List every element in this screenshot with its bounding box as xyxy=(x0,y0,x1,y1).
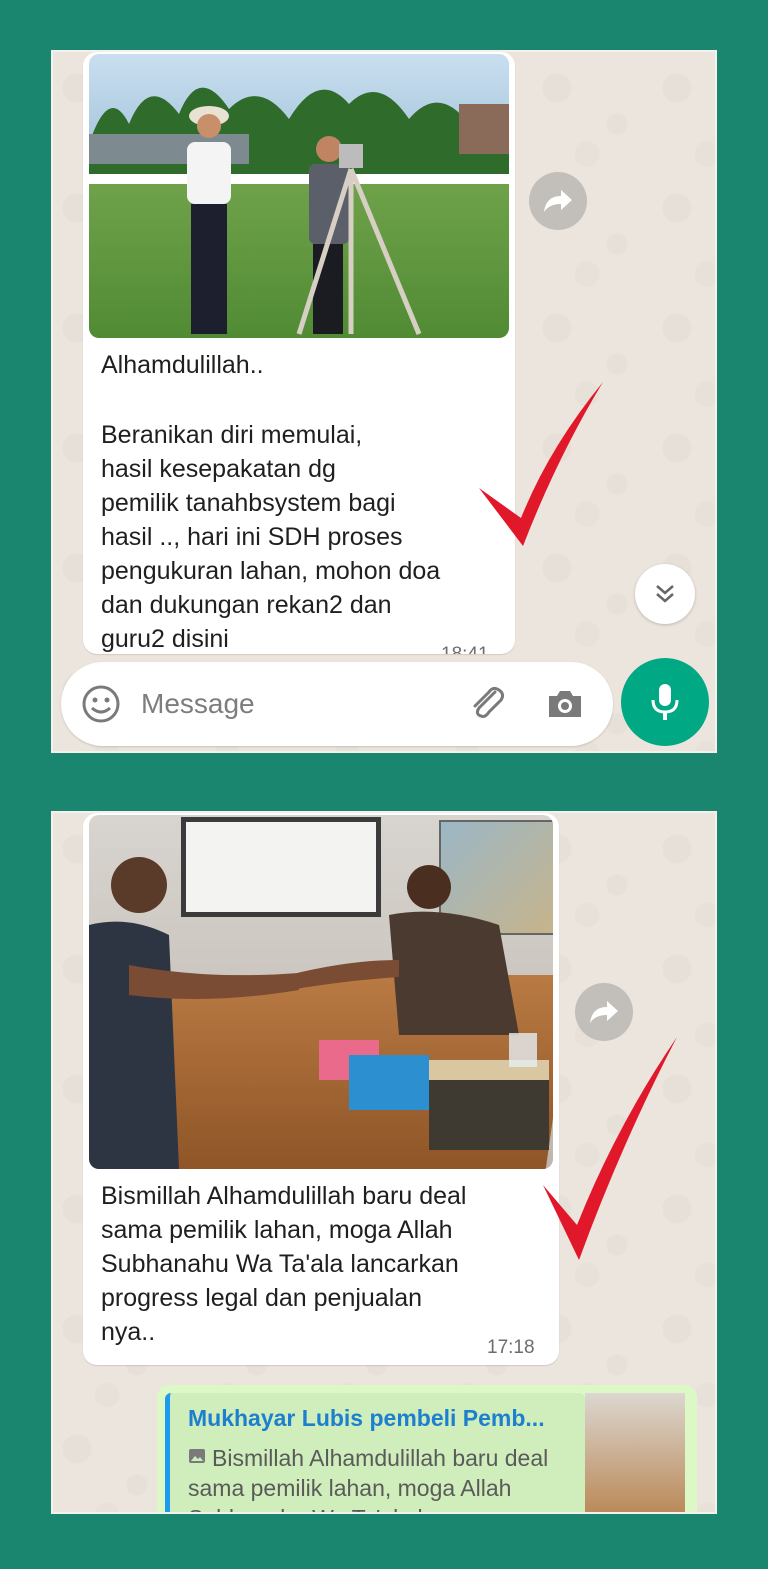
person-standing xyxy=(187,106,231,334)
message-time: 17:18 xyxy=(487,1337,535,1358)
message-input[interactable]: Message xyxy=(141,662,255,746)
surveyor-with-theodolite xyxy=(296,136,422,335)
emoji-icon[interactable] xyxy=(81,684,121,724)
message-time: 18:41 xyxy=(441,644,489,654)
outgoing-reply-message[interactable]: Mukhayar Lubis pembeli Pemb... Bismillah… xyxy=(157,1385,697,1512)
forward-button[interactable] xyxy=(575,983,633,1041)
handshake-photo[interactable] xyxy=(89,815,553,1169)
chat-screenshot-bottom: Bismillah Alhamdulillah baru deal sama p… xyxy=(51,811,717,1514)
paperclip-icon[interactable] xyxy=(467,684,507,724)
forward-icon xyxy=(590,1001,618,1023)
quoted-message[interactable]: Mukhayar Lubis pembeli Pemb... Bismillah… xyxy=(165,1393,585,1512)
message-input-bar[interactable]: Message xyxy=(61,662,613,746)
microphone-icon xyxy=(651,684,679,720)
voice-message-button[interactable] xyxy=(621,658,709,746)
scroll-down-button[interactable] xyxy=(635,564,695,624)
field-survey-photo[interactable] xyxy=(89,54,509,338)
incoming-image-message[interactable]: Bismillah Alhamdulillah baru deal sama p… xyxy=(83,813,559,1365)
forward-button[interactable] xyxy=(529,172,587,230)
quoted-sender-name: Mukhayar Lubis pembeli Pemb... xyxy=(188,1405,545,1431)
photo-table-items xyxy=(319,1033,549,1150)
forward-icon xyxy=(544,190,572,212)
double-chevron-down-icon xyxy=(656,585,674,603)
caption-body: Beranikan diri memulai, hasil kesepakata… xyxy=(101,421,441,653)
incoming-image-message[interactable]: Alhamdulillah.. Beranikan diri memulai, … xyxy=(83,52,515,654)
chat-screenshot-top: Alhamdulillah.. Beranikan diri memulai, … xyxy=(51,50,717,753)
camera-icon[interactable] xyxy=(545,684,585,724)
man-left xyxy=(89,857,299,1169)
quoted-photo-thumbnail xyxy=(585,1393,685,1512)
red-checkmark-annotation xyxy=(479,382,603,546)
caption-first-line: Alhamdulillah.. xyxy=(101,351,264,379)
quoted-message-text: Bismillah Alhamdulillah baru deal sama p… xyxy=(188,1445,549,1512)
message-caption: Bismillah Alhamdulillah baru deal sama p… xyxy=(101,1182,467,1346)
red-checkmark-annotation xyxy=(543,1037,677,1260)
